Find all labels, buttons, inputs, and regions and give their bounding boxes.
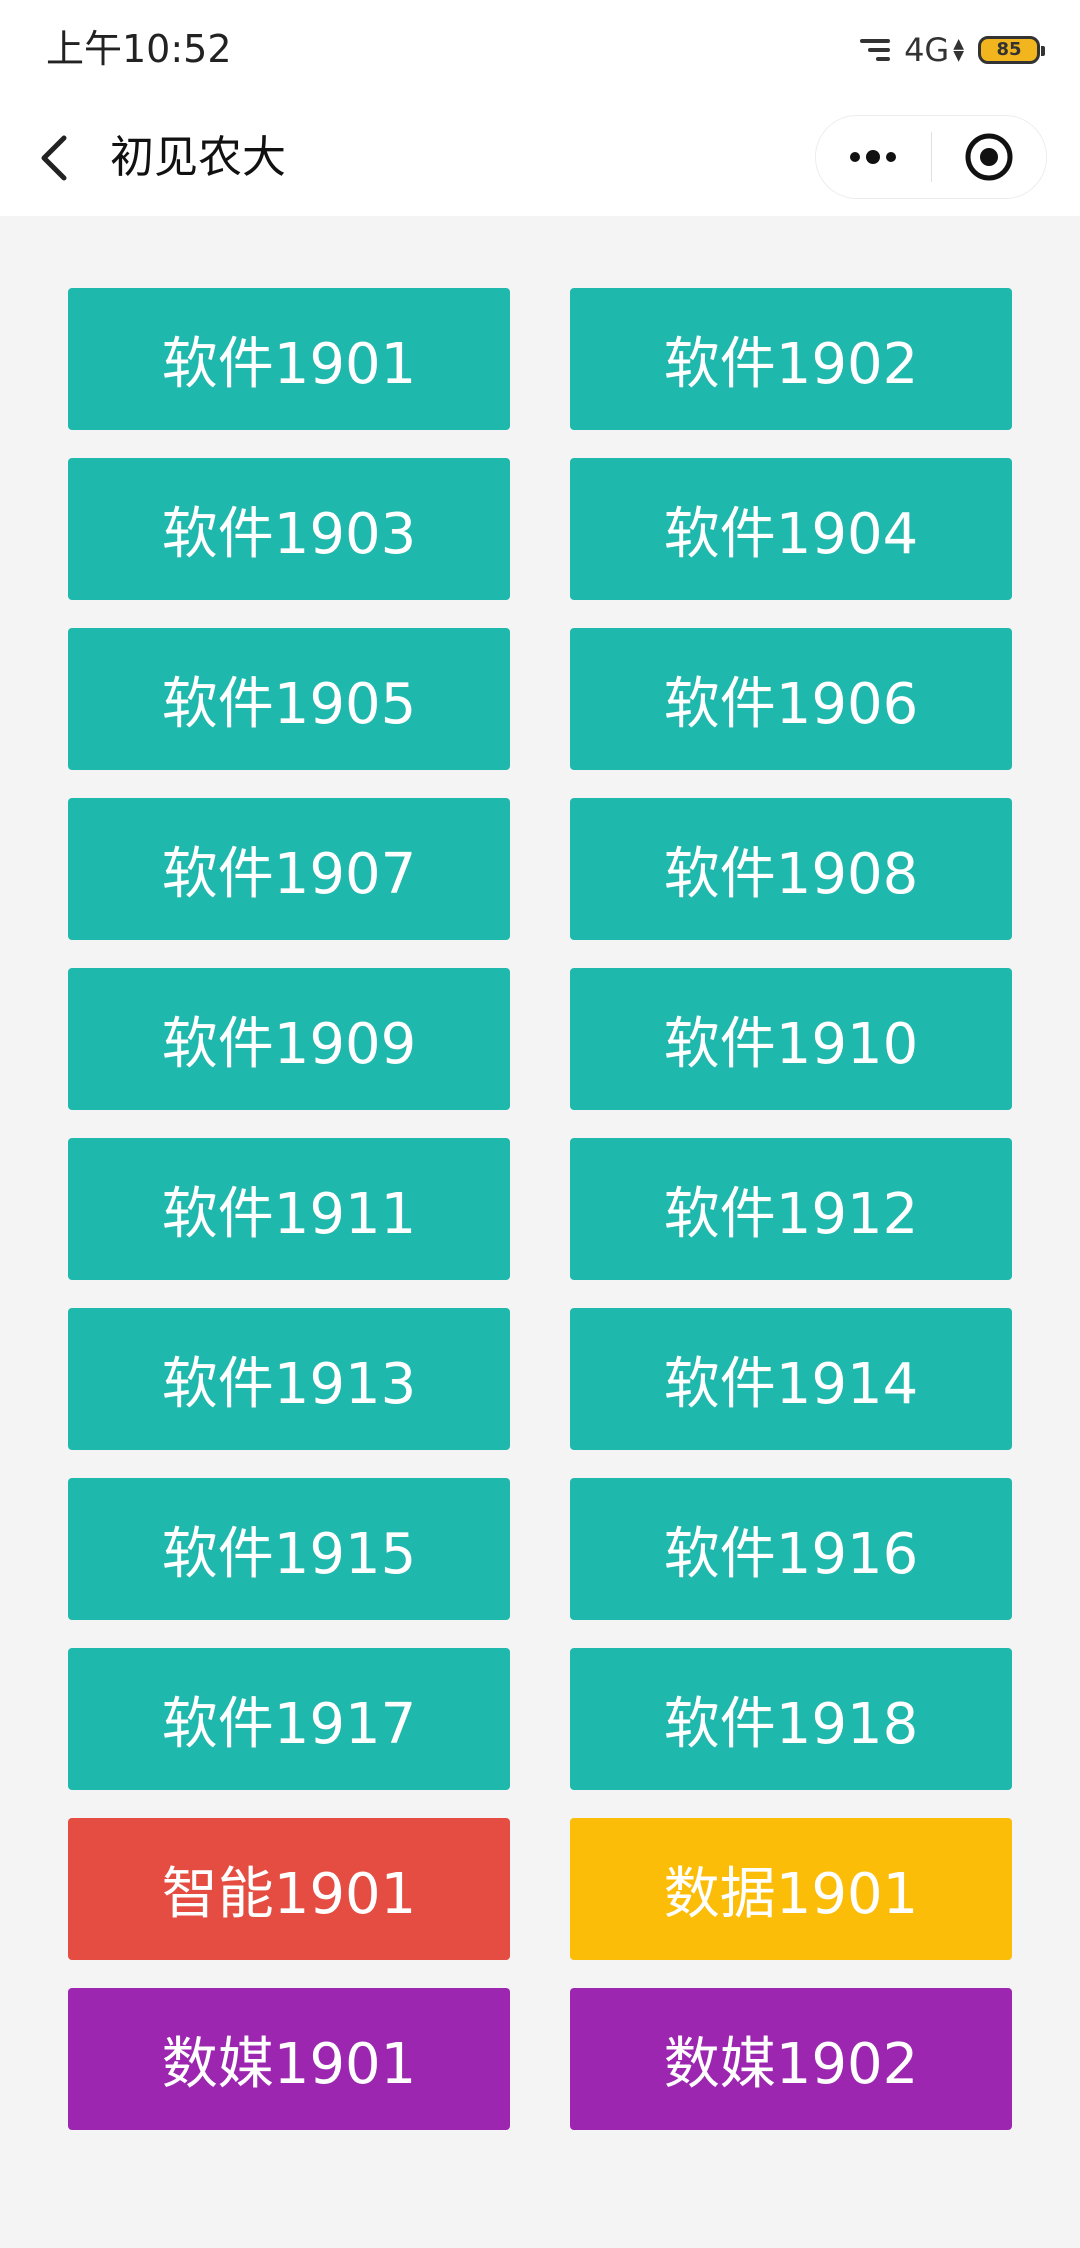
data-arrows-icon: ▲ ▼	[953, 36, 964, 64]
class-button-grid: 软件1901 软件1902 软件1903 软件1904 软件1905 软件1906 软件19…	[68, 288, 1012, 2130]
class-button[interactable]: 软件1908	[570, 798, 1012, 940]
class-button[interactable]: 软件1901	[68, 288, 510, 430]
class-button[interactable]: 智能1901	[68, 1818, 510, 1960]
class-button[interactable]: 软件1913	[68, 1308, 510, 1450]
class-button[interactable]: 软件1907	[68, 798, 510, 940]
battery-icon: 85	[978, 36, 1045, 64]
close-button[interactable]	[932, 116, 1047, 198]
class-button[interactable]: 软件1918	[570, 1648, 1012, 1790]
target-circle-icon	[965, 133, 1013, 181]
status-bar: 上午10:52 4G ▲ ▼ 85	[0, 0, 1080, 100]
class-button[interactable]: 软件1909	[68, 968, 510, 1110]
page-title: 初见农大	[110, 132, 286, 183]
class-button[interactable]: 软件1902	[570, 288, 1012, 430]
more-dots-icon	[850, 150, 897, 164]
battery-level: 85	[996, 39, 1022, 60]
more-button[interactable]	[816, 116, 931, 198]
class-button[interactable]: 软件1912	[570, 1138, 1012, 1280]
nav-bar: 初见农大	[0, 100, 1080, 216]
network-type-label: 4G	[904, 31, 950, 69]
class-button[interactable]: 软件1914	[570, 1308, 1012, 1450]
mini-program-capsule	[816, 116, 1046, 198]
chevron-left-icon[interactable]	[28, 130, 84, 186]
class-button[interactable]: 软件1917	[68, 1648, 510, 1790]
signal-icon	[856, 37, 891, 63]
class-button[interactable]: 数媒1902	[570, 1988, 1012, 2130]
status-time: 上午10:52	[46, 27, 232, 71]
class-button[interactable]: 软件1916	[570, 1478, 1012, 1620]
class-button[interactable]: 软件1910	[570, 968, 1012, 1110]
class-button[interactable]: 软件1905	[68, 628, 510, 770]
class-button[interactable]: 软件1904	[570, 458, 1012, 600]
class-button[interactable]: 软件1911	[68, 1138, 510, 1280]
class-button[interactable]: 软件1903	[68, 458, 510, 600]
class-button[interactable]: 数据1901	[570, 1818, 1012, 1960]
class-button[interactable]: 数媒1901	[68, 1988, 510, 2130]
status-icons: 4G ▲ ▼ 85	[856, 28, 1045, 72]
class-button[interactable]: 软件1906	[570, 628, 1012, 770]
class-button[interactable]: 软件1915	[68, 1478, 510, 1620]
